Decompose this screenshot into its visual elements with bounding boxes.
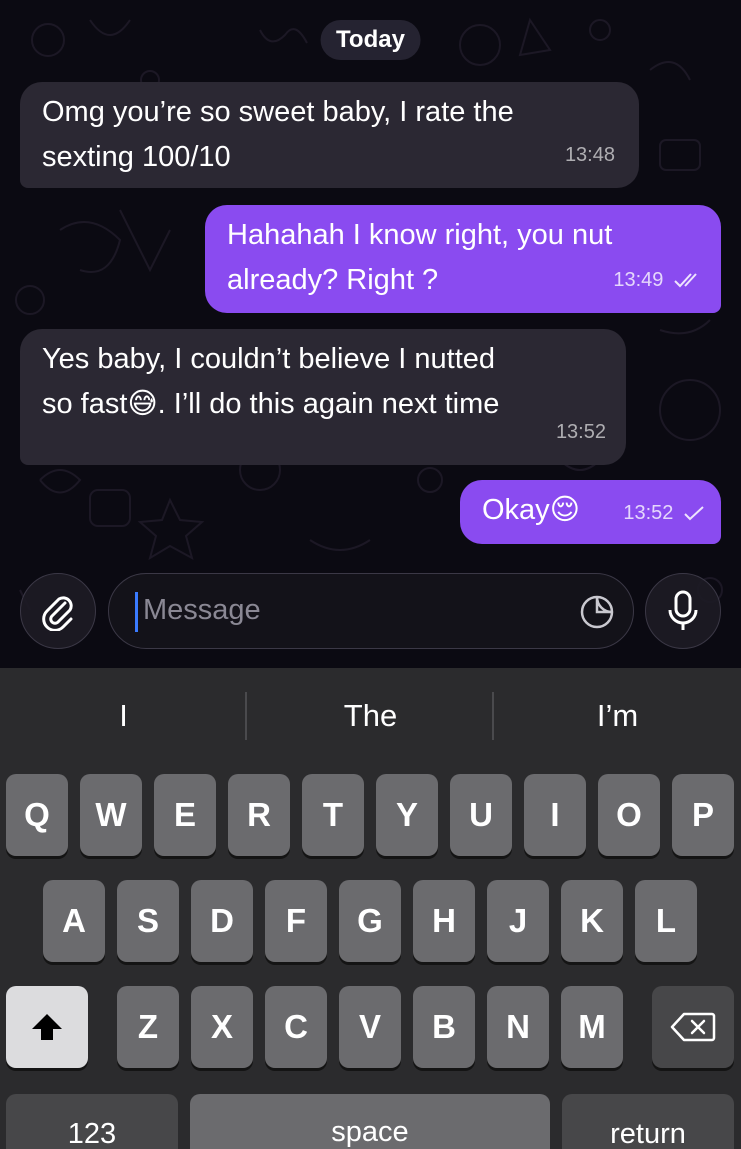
predictive-bar: I The I’m xyxy=(0,668,741,766)
backspace-icon xyxy=(670,1012,716,1042)
sweat-smile-emoji: 😅 xyxy=(127,388,158,420)
ios-keyboard: I The I’m Q W E R T Y U I O P A S D F G … xyxy=(0,668,741,1149)
message-text-line: Omg you’re so sweet baby, I rate the xyxy=(42,96,514,128)
message-input-bar: Message xyxy=(0,568,741,668)
delete-key[interactable] xyxy=(652,986,734,1068)
key-v[interactable]: V xyxy=(339,986,401,1068)
message-time: 13:48 xyxy=(564,144,615,166)
message-time: 13:49 xyxy=(613,269,664,291)
return-key[interactable]: return xyxy=(562,1094,734,1149)
message-text-row: so fast😅. I’ll do this again next time xyxy=(42,382,604,427)
key-k[interactable]: K xyxy=(561,880,623,962)
message-time: 13:52 xyxy=(623,502,674,524)
shift-key[interactable] xyxy=(6,986,88,1068)
key-h[interactable]: H xyxy=(413,880,475,962)
message-text-segment: Okay xyxy=(482,494,550,526)
message-input[interactable]: Message xyxy=(108,573,634,649)
key-i[interactable]: I xyxy=(524,774,586,856)
voice-message-button[interactable] xyxy=(645,573,721,649)
single-check-icon xyxy=(684,506,704,521)
key-b[interactable]: B xyxy=(413,986,475,1068)
suggestion-3[interactable]: I’m xyxy=(494,698,741,734)
date-separator: Today xyxy=(320,20,421,60)
key-z[interactable]: Z xyxy=(117,986,179,1068)
key-m[interactable]: M xyxy=(561,986,623,1068)
key-e[interactable]: E xyxy=(154,774,216,856)
shift-arrow-icon xyxy=(32,1014,62,1040)
key-j[interactable]: J xyxy=(487,880,549,962)
message-text-line: Hahahah I know right, you nut xyxy=(227,219,613,251)
incoming-message-bubble[interactable]: Omg you’re so sweet baby, I rate the sex… xyxy=(20,82,639,188)
message-time: 13:52 xyxy=(555,421,606,443)
attach-button[interactable] xyxy=(20,573,96,649)
message-text-segment: so fast xyxy=(42,388,128,420)
outgoing-message-bubble[interactable]: Hahahah I know right, you nut already? R… xyxy=(205,205,721,313)
microphone-icon xyxy=(668,590,698,630)
key-u[interactable]: U xyxy=(450,774,512,856)
telegram-chat-screen: Today Omg you’re so sweet baby, I rate t… xyxy=(0,0,741,1149)
key-x[interactable]: X xyxy=(191,986,253,1068)
double-check-icon xyxy=(674,273,697,288)
key-y[interactable]: Y xyxy=(376,774,438,856)
key-n[interactable]: N xyxy=(487,986,549,1068)
incoming-message-bubble[interactable]: Yes baby, I couldn’t believe I nutted so… xyxy=(20,329,626,465)
relieved-face-emoji: 😌 xyxy=(549,494,580,526)
key-g[interactable]: G xyxy=(339,880,401,962)
key-c[interactable]: C xyxy=(265,986,327,1068)
key-s[interactable]: S xyxy=(117,880,179,962)
space-key[interactable]: space xyxy=(190,1094,550,1149)
message-placeholder: Message xyxy=(143,594,261,626)
key-d[interactable]: D xyxy=(191,880,253,962)
key-o[interactable]: O xyxy=(598,774,660,856)
message-time-block: 13:49 xyxy=(613,258,703,303)
key-w[interactable]: W xyxy=(80,774,142,856)
message-time-block: 13:52 xyxy=(623,491,705,536)
key-l[interactable]: L xyxy=(635,880,697,962)
text-cursor xyxy=(135,592,138,632)
message-text-segment: . I’ll do this again next time xyxy=(157,388,500,420)
key-r[interactable]: R xyxy=(228,774,290,856)
key-q[interactable]: Q xyxy=(6,774,68,856)
message-text-line: Yes baby, I couldn’t believe I nutted xyxy=(42,343,496,375)
sticker-icon[interactable] xyxy=(579,594,615,630)
chat-area[interactable]: Today Omg you’re so sweet baby, I rate t… xyxy=(0,0,741,668)
outgoing-message-bubble[interactable]: Okay😌 13:52 xyxy=(460,480,721,544)
key-a[interactable]: A xyxy=(43,880,105,962)
key-f[interactable]: F xyxy=(265,880,327,962)
key-p[interactable]: P xyxy=(672,774,734,856)
paperclip-icon xyxy=(42,596,73,631)
key-t[interactable]: T xyxy=(302,774,364,856)
message-text-line: sexting 100/10 xyxy=(42,141,231,173)
numbers-key[interactable]: 123 xyxy=(6,1094,178,1149)
suggestion-1[interactable]: I xyxy=(0,698,247,734)
suggestion-2[interactable]: The xyxy=(247,698,494,734)
